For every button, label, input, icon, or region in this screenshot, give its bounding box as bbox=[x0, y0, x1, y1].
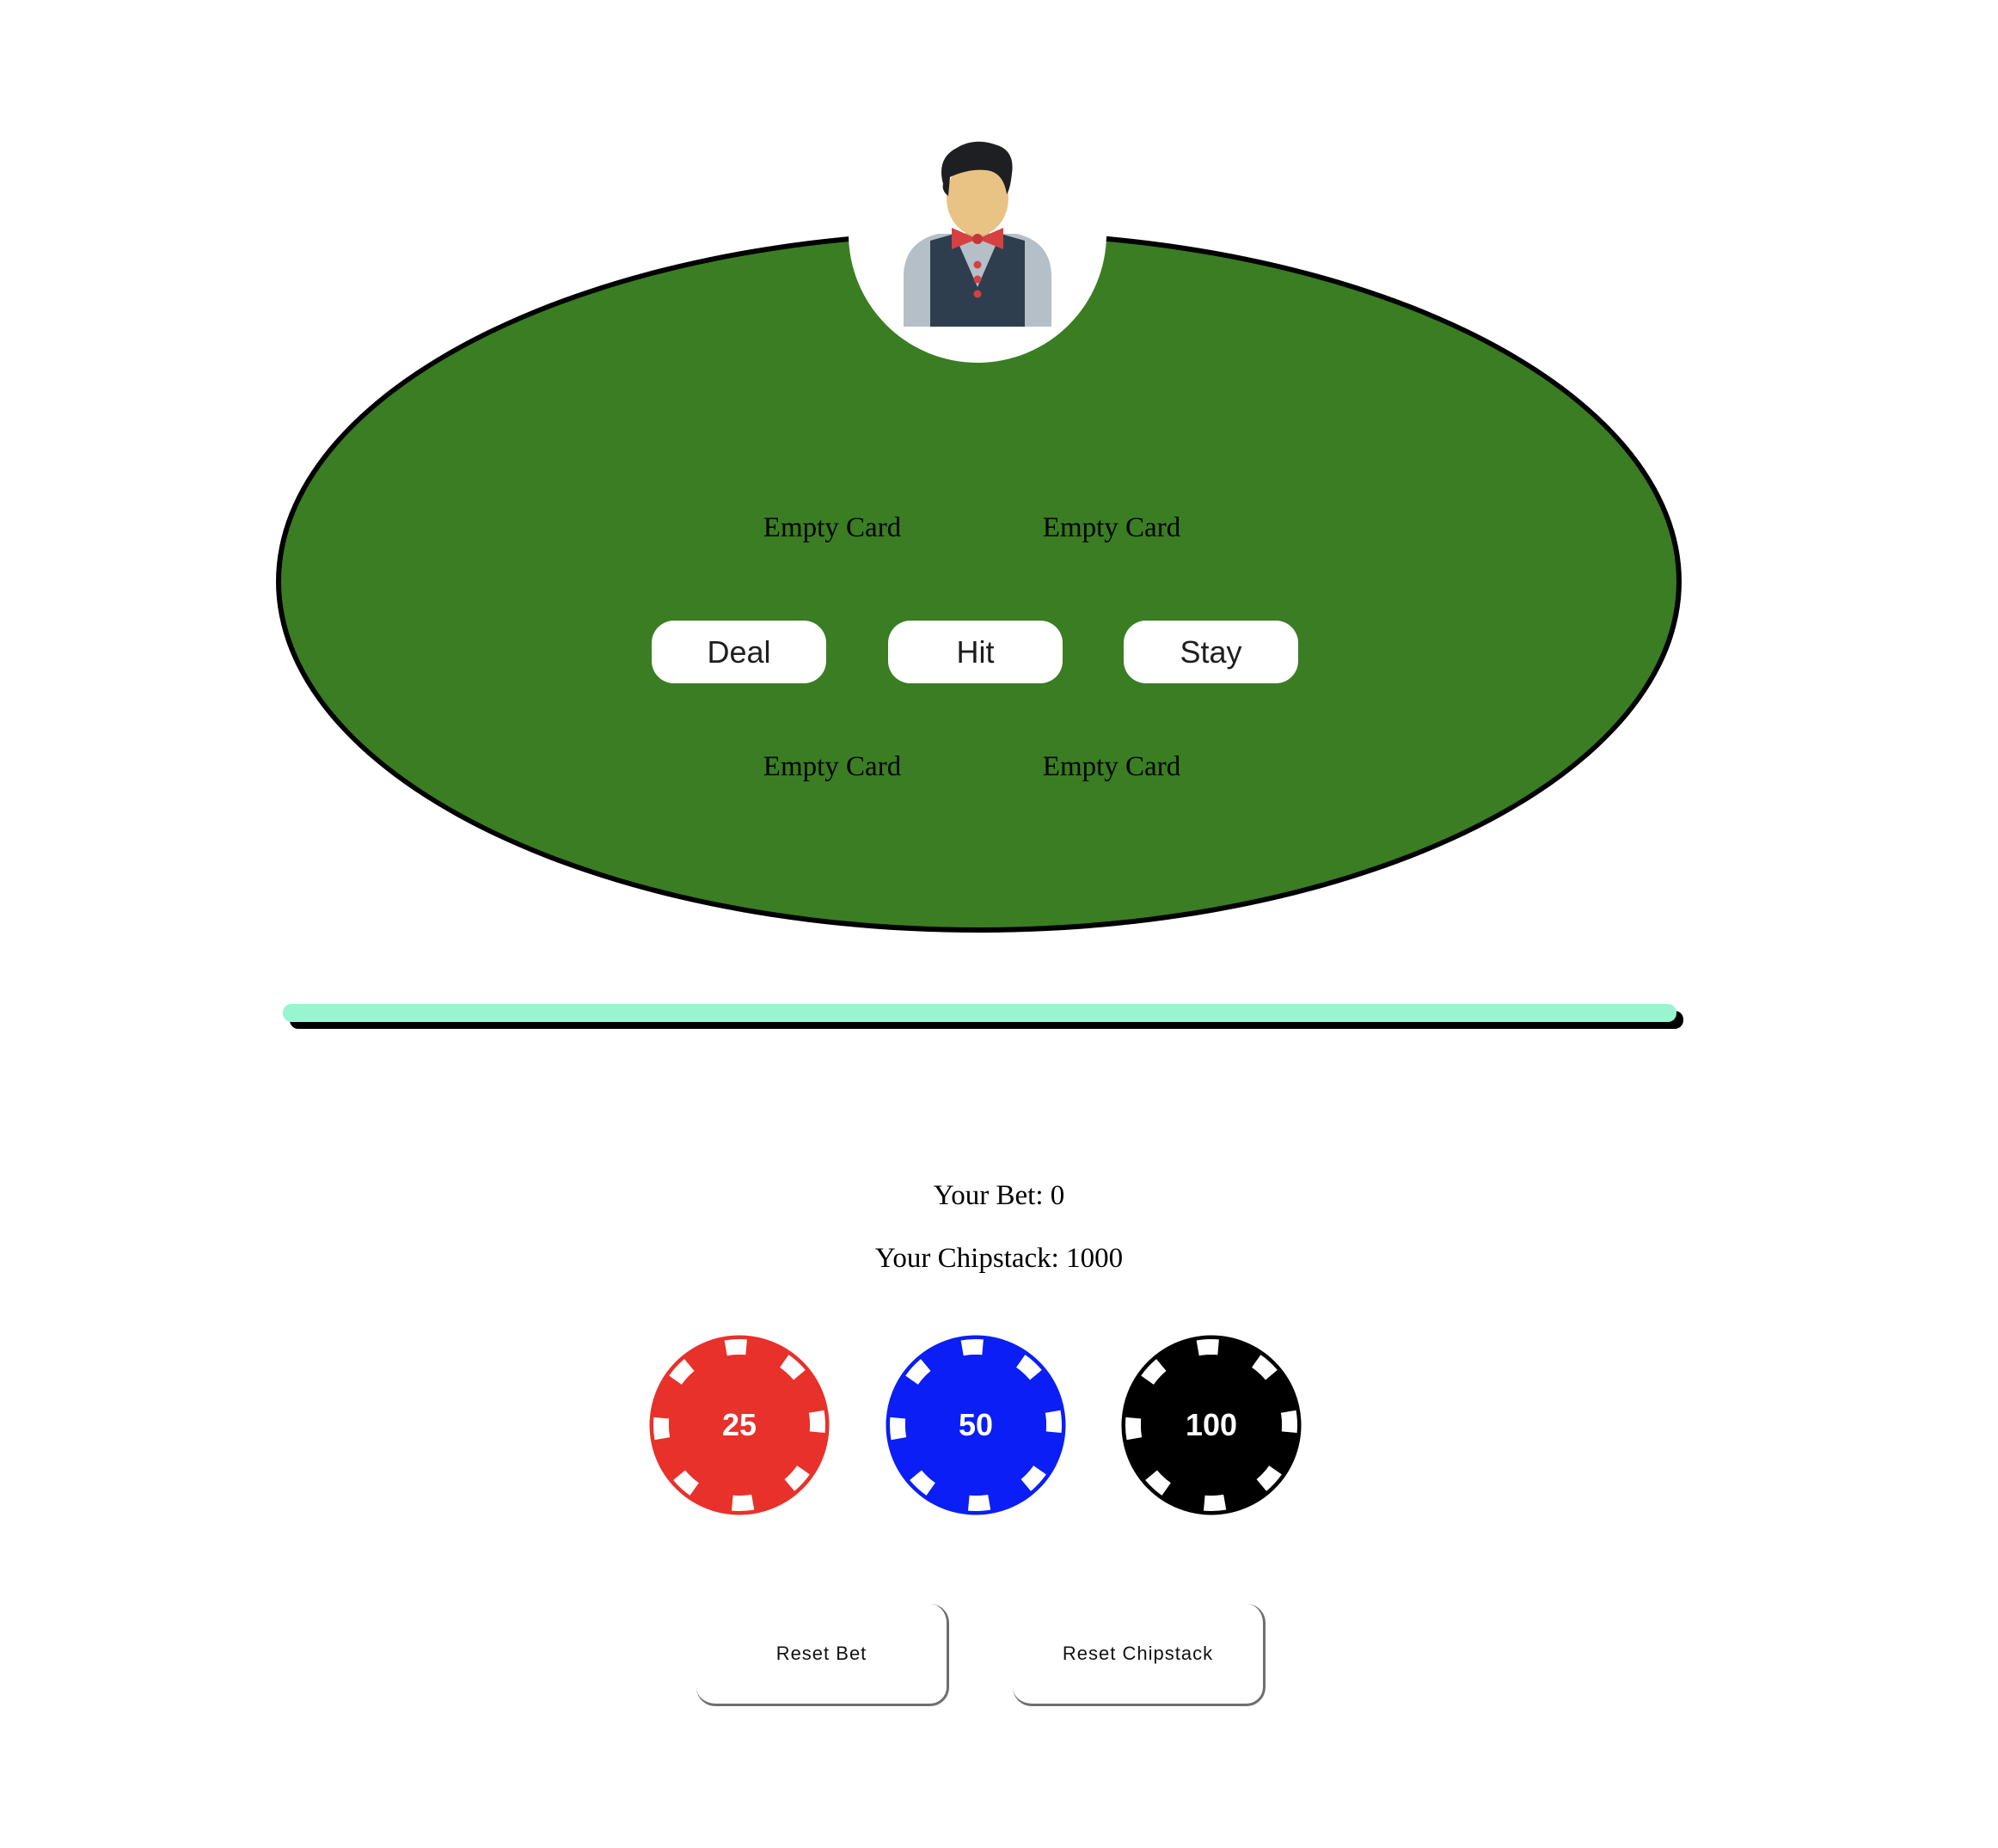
reset-chipstack-button[interactable]: Reset Chipstack bbox=[1013, 1604, 1266, 1706]
hit-button[interactable]: Hit bbox=[888, 621, 1063, 683]
chip-25[interactable]: 25 bbox=[648, 1334, 830, 1516]
chip-50[interactable]: 50 bbox=[885, 1334, 1067, 1516]
chipstack-amount: Your Chipstack: 1000 bbox=[874, 1243, 1124, 1274]
bet-amount: Your Bet: 0 bbox=[933, 1180, 1065, 1211]
dealer-avatar-icon bbox=[849, 105, 1106, 363]
player-card-1: Empty Card bbox=[763, 751, 902, 782]
player-card-2: Empty Card bbox=[1042, 751, 1181, 782]
dealer-card-2: Empty Card bbox=[1042, 512, 1181, 543]
dealer-card-1: Empty Card bbox=[763, 512, 902, 543]
table-divider bbox=[283, 1004, 1676, 1022]
deal-button[interactable]: Deal bbox=[652, 621, 826, 683]
stay-button[interactable]: Stay bbox=[1124, 621, 1298, 683]
reset-bet-button[interactable]: Reset Bet bbox=[696, 1604, 949, 1706]
chip-100[interactable]: 100 bbox=[1120, 1334, 1302, 1516]
